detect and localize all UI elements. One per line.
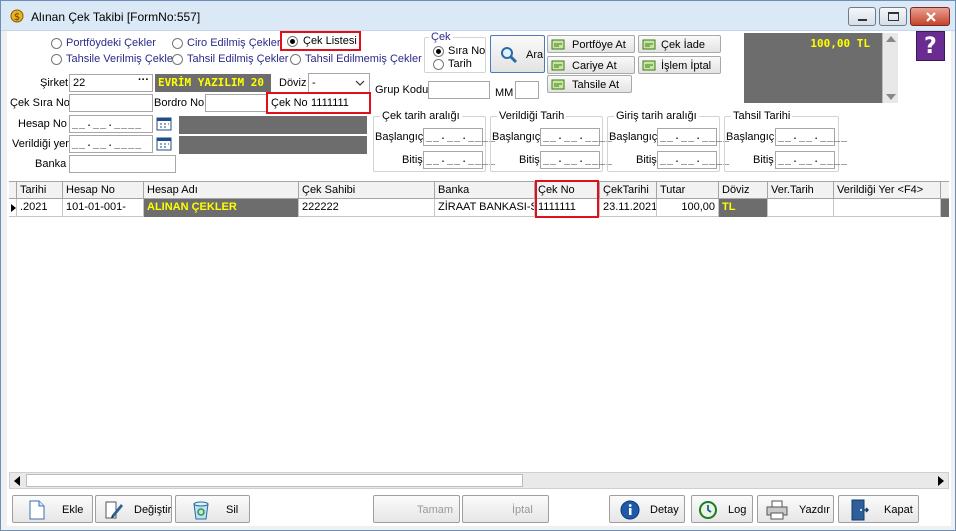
info-icon bbox=[620, 500, 640, 520]
log-button[interactable]: Log bbox=[691, 495, 753, 523]
scrollbar-thumb[interactable] bbox=[26, 474, 523, 487]
col-tutar[interactable]: Tutar bbox=[657, 182, 719, 199]
close-button[interactable] bbox=[910, 7, 950, 26]
verildigi-tarih-group: Verildiği Tarih Başlangıç __.__.____ Bit… bbox=[490, 110, 612, 172]
cek-no-value: 1111111 bbox=[311, 97, 349, 109]
app-icon: $ bbox=[10, 9, 24, 23]
verildigi-bitis[interactable]: __.__.____ bbox=[540, 151, 612, 169]
giris-tarih-araligi-group: Giriş tarih aralığı Başlangıç __.__.____… bbox=[607, 110, 729, 172]
cheque-icon bbox=[551, 79, 565, 90]
cek-sira-no-input[interactable] bbox=[69, 94, 153, 112]
tahsil-tarihi-group: Tahsil Tarihi Başlangıç __.__.____ Bitiş… bbox=[724, 110, 847, 172]
cheque-icon bbox=[551, 39, 565, 50]
sirket-name-panel: EVRİM YAZILIM 20 bbox=[155, 74, 271, 92]
col-ver-tarih[interactable]: Ver.Tarih bbox=[768, 182, 834, 199]
grup-kodu-input[interactable] bbox=[428, 81, 490, 99]
table-row[interactable]: .2021 101-01-001- ALINAN ÇEKLER 222222 Z… bbox=[9, 199, 949, 217]
cariye-at-button[interactable]: Cariye At bbox=[547, 56, 635, 74]
exit-door-icon bbox=[851, 499, 869, 521]
giris-bitis[interactable]: __.__.____ bbox=[657, 151, 729, 169]
grid-horizontal-scrollbar[interactable] bbox=[9, 472, 949, 489]
tamam-button[interactable]: Tamam bbox=[373, 495, 460, 523]
doviz-select[interactable]: - bbox=[308, 73, 370, 93]
detay-button[interactable]: Detay bbox=[609, 495, 685, 523]
help-icon: ? bbox=[924, 34, 937, 59]
tahsil-baslangic[interactable]: __.__.____ bbox=[775, 128, 847, 146]
new-document-icon bbox=[29, 500, 45, 520]
ekle-button[interactable]: Ekle bbox=[12, 495, 93, 523]
total-amount: 100,00 TL bbox=[810, 37, 870, 50]
filter-cek-listesi[interactable]: Çek Listesi bbox=[280, 31, 361, 51]
edit-pencil-icon bbox=[105, 501, 123, 519]
cek-no-field[interactable]: Çek No 1111111 bbox=[266, 92, 371, 114]
row-indicator bbox=[9, 199, 17, 217]
ellipsis-icon[interactable]: ··· bbox=[138, 74, 149, 86]
calendar-icon[interactable] bbox=[156, 137, 172, 151]
close-icon bbox=[926, 12, 936, 22]
svg-text:$: $ bbox=[14, 12, 20, 23]
tahsile-at-button[interactable]: Tahsile At bbox=[547, 75, 632, 93]
magnifier-icon bbox=[501, 47, 518, 64]
col-cek-sahibi[interactable]: Çek Sahibi bbox=[299, 182, 435, 199]
col-cek-tarihi[interactable]: ÇekTarihi bbox=[600, 182, 657, 199]
form-client-area: Portföydeki Çekler Ciro Edilmiş Çekler Ç… bbox=[7, 31, 951, 526]
verildigi-baslangic[interactable]: __.__.____ bbox=[540, 128, 612, 146]
degistir-button[interactable]: Değiştir bbox=[95, 495, 172, 523]
chevron-down-icon bbox=[355, 80, 365, 86]
minimize-button[interactable] bbox=[848, 7, 876, 26]
hesap-no-date-input[interactable]: __.__.____ bbox=[69, 115, 153, 133]
printer-icon bbox=[766, 500, 788, 520]
ara-button[interactable]: Ara bbox=[490, 35, 545, 73]
portfoye-at-button[interactable]: Portföye At bbox=[547, 35, 635, 53]
cek-tarih-bitis[interactable]: __.__.____ bbox=[423, 151, 495, 169]
cheque-icon bbox=[642, 39, 656, 50]
kapat-button[interactable]: Kapat bbox=[838, 495, 919, 523]
total-scrollbar[interactable] bbox=[882, 33, 898, 103]
verildigi-yer-input[interactable]: __.__.____ bbox=[69, 135, 153, 153]
title-bar: $ Alınan Çek Takibi [FormNo:557] bbox=[1, 1, 955, 31]
col-doviz[interactable]: Döviz bbox=[719, 182, 768, 199]
sirket-field[interactable]: 22 ··· bbox=[69, 74, 153, 92]
col-hesap-adi[interactable]: Hesap Adı bbox=[144, 182, 299, 199]
col-verildigi-yer[interactable]: Verildiği Yer <F4> bbox=[834, 182, 941, 199]
cek-tarih-baslangic[interactable]: __.__.____ bbox=[423, 128, 495, 146]
mm-input[interactable] bbox=[515, 81, 539, 99]
total-panel: 100,00 TL bbox=[744, 33, 898, 103]
calendar-icon[interactable] bbox=[156, 117, 172, 131]
islem-iptal-button[interactable]: İşlem İptal bbox=[638, 56, 721, 74]
verildigi-yer-panel bbox=[179, 136, 367, 154]
cek-tarih-araligi-group: Çek tarih aralığı Başlangıç __.__.____ B… bbox=[373, 110, 495, 172]
history-icon bbox=[699, 501, 717, 519]
cheque-icon bbox=[642, 60, 656, 71]
cheque-icon bbox=[551, 60, 565, 71]
main-window: $ Alınan Çek Takibi [FormNo:557] Portföy… bbox=[0, 0, 956, 531]
col-tarihi[interactable]: Tarihi bbox=[17, 182, 63, 199]
banka-input[interactable] bbox=[69, 155, 176, 173]
tahsil-bitis[interactable]: __.__.____ bbox=[775, 151, 847, 169]
recycle-bin-icon bbox=[193, 501, 209, 520]
giris-baslangic[interactable]: __.__.____ bbox=[657, 128, 729, 146]
sil-button[interactable]: Sil bbox=[175, 495, 250, 523]
grid-header: Tarihi Hesap No Hesap Adı Çek Sahibi Ban… bbox=[9, 181, 949, 199]
help-button[interactable]: ? bbox=[916, 31, 945, 61]
bordro-no-input[interactable] bbox=[205, 94, 269, 112]
cek-iade-button[interactable]: Çek İade bbox=[638, 35, 721, 53]
col-banka[interactable]: Banka bbox=[435, 182, 535, 199]
yazdir-button[interactable]: Yazdır bbox=[757, 495, 834, 523]
hesap-adi-panel bbox=[179, 116, 367, 134]
window-title: Alınan Çek Takibi [FormNo:557] bbox=[31, 10, 201, 24]
col-hesap-no[interactable]: Hesap No bbox=[63, 182, 144, 199]
iptal-button[interactable]: İptal bbox=[462, 495, 549, 523]
maximize-button[interactable] bbox=[879, 7, 907, 26]
cek-no-column-highlight bbox=[535, 180, 599, 218]
grid-indicator-header bbox=[9, 182, 17, 199]
cek-sort-group: Çek Sıra No Tarih bbox=[424, 31, 486, 73]
